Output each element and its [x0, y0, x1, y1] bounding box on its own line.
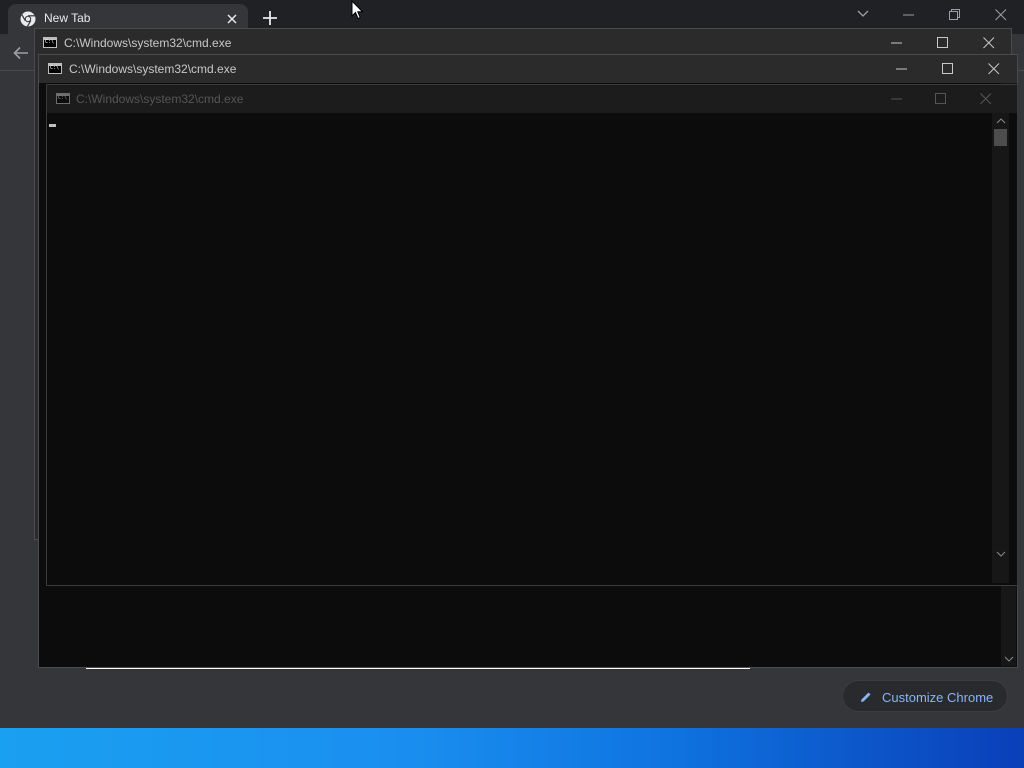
scroll-thumb[interactable] — [994, 129, 1007, 146]
cmd-icon — [43, 37, 57, 48]
window-close-button[interactable] — [978, 0, 1024, 30]
close-icon — [995, 9, 1007, 21]
close-icon — [983, 37, 995, 49]
cmd-window[interactable]: C:\Windows\system32\cmd.exe — [46, 84, 1018, 586]
maximize-button[interactable] — [921, 29, 965, 57]
pencil-icon — [861, 692, 871, 702]
cmd-titlebar[interactable]: C:\Windows\system32\cmd.exe — [47, 85, 1017, 113]
maximize-button[interactable] — [926, 55, 970, 83]
scroll-up-arrow-icon[interactable] — [996, 117, 1006, 125]
minimize-button[interactable] — [880, 55, 924, 83]
customize-chrome-label: Customize Chrome — [882, 690, 994, 705]
mouse-pointer-icon — [351, 0, 364, 20]
minimize-icon — [896, 68, 907, 70]
maximize-icon — [935, 93, 946, 104]
maximize-icon — [937, 37, 948, 48]
back-arrow-icon[interactable] — [12, 44, 30, 62]
cmd-titlebar[interactable]: C:\Windows\system32\cmd.exe — [39, 55, 1017, 83]
maximize-icon — [942, 63, 953, 74]
cmd-title: C:\Windows\system32\cmd.exe — [76, 92, 244, 106]
cmd-icon — [48, 63, 62, 74]
maximize-button[interactable] — [919, 85, 963, 113]
close-icon — [988, 63, 1000, 75]
scroll-down-arrow-icon[interactable] — [1004, 655, 1014, 663]
close-button[interactable] — [964, 85, 1008, 113]
minimize-icon — [891, 98, 902, 100]
minimize-button[interactable] — [886, 0, 932, 30]
new-tab-plus-icon[interactable] — [260, 8, 280, 28]
close-button[interactable] — [972, 55, 1016, 83]
console-output[interactable] — [47, 113, 992, 583]
cmd-title: C:\Windows\system32\cmd.exe — [69, 62, 237, 76]
close-icon — [980, 93, 992, 105]
taskbar — [0, 728, 1024, 768]
vertical-scrollbar[interactable] — [992, 113, 1009, 583]
minimize-button[interactable] — [875, 85, 919, 113]
scroll-down-arrow-icon[interactable] — [996, 550, 1006, 558]
text-cursor — [49, 124, 56, 127]
cmd-titlebar[interactable]: C:\Windows\system32\cmd.exe — [35, 29, 1011, 57]
restore-button[interactable] — [932, 0, 978, 30]
cmd-title: C:\Windows\system32\cmd.exe — [64, 36, 232, 50]
restore-icon — [949, 9, 960, 20]
tab-title: New Tab — [44, 11, 91, 25]
chrome-icon — [20, 11, 36, 27]
close-icon[interactable] — [224, 11, 240, 27]
cmd-icon — [56, 93, 70, 104]
minimize-button[interactable] — [875, 29, 919, 57]
minimize-icon — [903, 14, 914, 16]
customize-chrome-button[interactable]: Customize Chrome — [842, 680, 1008, 712]
close-button[interactable] — [967, 29, 1011, 57]
chevron-down-icon[interactable] — [855, 6, 871, 22]
minimize-icon — [891, 42, 902, 44]
